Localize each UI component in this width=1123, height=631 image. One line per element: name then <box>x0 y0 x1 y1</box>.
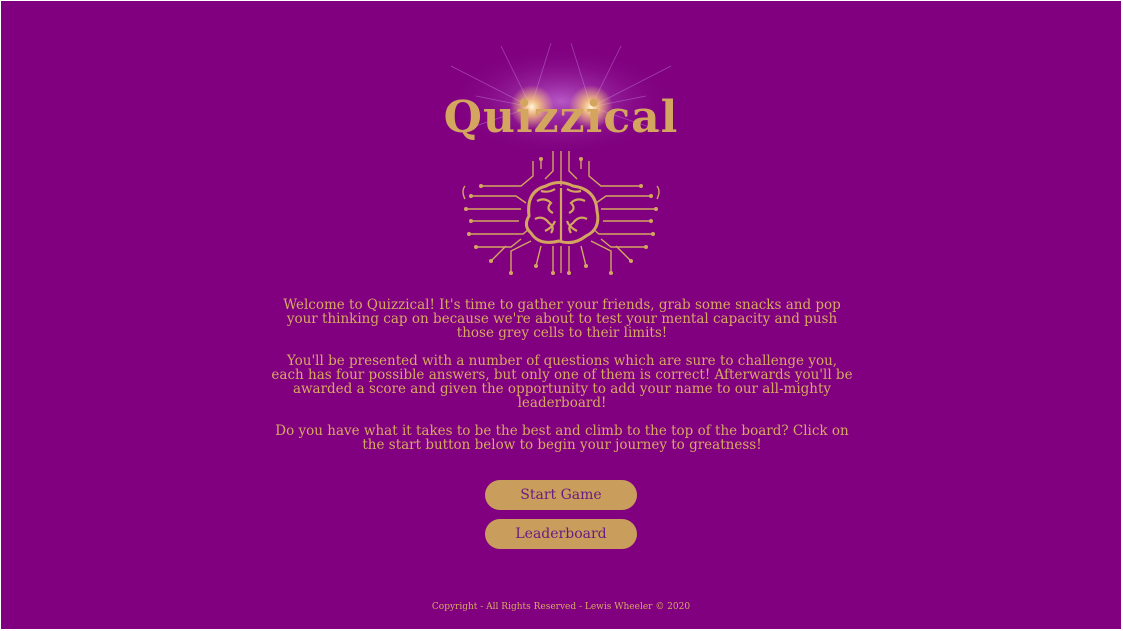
intro-paragraph: Do you have what it takes to be the best… <box>275 423 849 453</box>
intro-paragraph: Welcome to Quizzical! It's time to gathe… <box>283 297 841 341</box>
logo-title: Quizzical <box>443 92 679 143</box>
glowing-circuit-brain-icon <box>446 42 676 275</box>
start-game-button[interactable]: Start Game <box>485 480 637 510</box>
intro-paragraph: You'll be presented with a number of que… <box>271 353 853 411</box>
main-page: Quizzical Welcome to Quizzical! It's tim… <box>1 1 1121 629</box>
copyright-footer: Copyright - All Rights Reserved - Lewis … <box>431 602 691 612</box>
intro-text: Welcome to Quizzical! It's time to gathe… <box>271 298 853 466</box>
quizzical-logo: Quizzical <box>441 41 681 281</box>
leaderboard-button[interactable]: Leaderboard <box>485 519 637 549</box>
